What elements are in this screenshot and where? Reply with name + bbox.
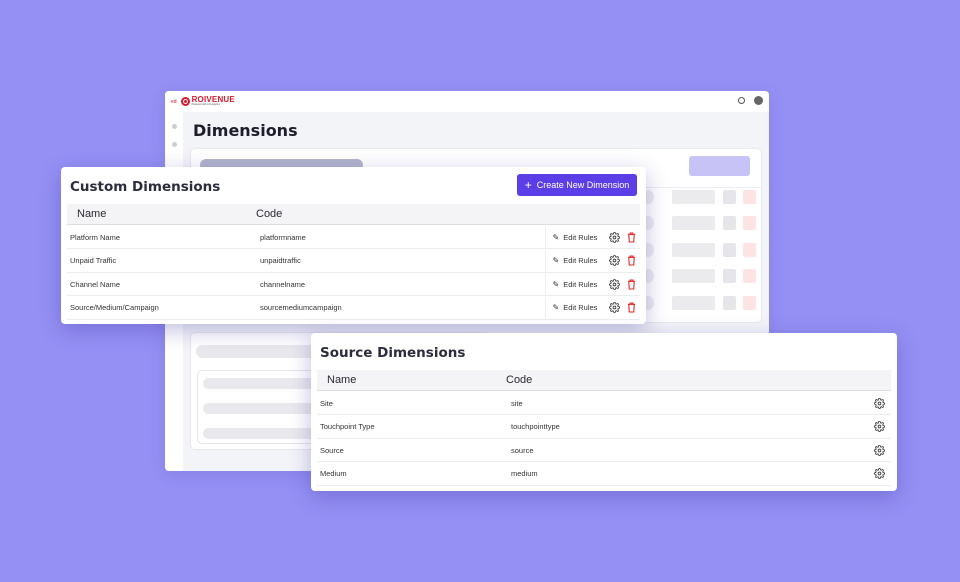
roivenue-logo[interactable]: ROIVENUE Powered with AI Analytics [180,96,235,107]
gear-icon[interactable] [869,439,889,461]
row-actions: ✎ Edit Rules [545,296,640,319]
pencil-icon: ✎ [552,303,560,313]
gear-icon[interactable] [869,416,889,438]
placeholder-button [689,156,750,176]
column-header-code: Code [256,208,283,220]
cell-name: Touchpoint Type [320,422,375,432]
row-actions: ✎ Edit Rules [545,273,640,296]
row-actions: ✎ Edit Rules [545,226,640,248]
cell-name: Source [320,445,344,455]
row-actions: ✎ Edit Rules [545,249,640,272]
table-row: Source/Medium/Campaign sourcemediumcampai… [67,296,640,320]
rail-item-icon[interactable] [172,124,177,129]
table-row: Platform Name platformname ✎ Edit Rules [67,226,640,249]
column-header-name: Name [327,374,357,386]
trash-icon[interactable] [624,297,638,319]
table-row: Medium medium [317,463,891,486]
table-row: Channel Name channelname ✎ Edit Rules [67,273,640,297]
card-title: Custom Dimensions [70,179,221,195]
edit-rules-button[interactable]: ✎ Edit Rules [545,249,604,272]
logo-tagline: Powered with AI Analytics [191,103,221,107]
edit-rules-label: Edit Rules [563,256,598,266]
top-bar: ed ROIVENUE Powered with AI Analytics [165,91,769,112]
gear-icon[interactable] [604,226,624,248]
column-header-code: Code [506,374,533,386]
column-header-name: Name [77,208,107,220]
edit-rules-label: Edit Rules [563,279,598,289]
cell-name: Source/Medium/Campaign [70,303,159,313]
help-icon[interactable] [738,97,745,104]
gear-icon[interactable] [604,297,624,319]
table-header: Name Code [67,204,640,225]
page-title: Dimensions [193,121,298,140]
cell-code: touchpointtype [511,422,560,432]
cell-code: platformname [260,232,306,242]
gear-icon[interactable] [869,463,889,485]
create-button-label: Create New Dimension [536,180,630,190]
table-row: Touchpoint Type touchpointtype [317,416,891,439]
pencil-icon: ✎ [552,279,560,289]
edit-rules-button[interactable]: ✎ Edit Rules [545,273,604,296]
trash-icon[interactable] [624,226,638,248]
cell-code: unpaidtraffic [260,256,301,266]
cell-name: Medium [320,469,347,479]
create-new-dimension-button[interactable]: + Create New Dimension [517,174,637,196]
pencil-icon: ✎ [552,232,560,242]
custom-dimensions-card: Custom Dimensions + Create New Dimension… [61,167,646,324]
edit-rules-button[interactable]: ✎ Edit Rules [545,296,604,319]
gear-icon[interactable] [604,273,624,295]
avatar[interactable] [754,96,763,105]
cell-code: channelname [260,279,306,289]
cell-code: medium [511,469,538,479]
cell-name: Channel Name [70,279,121,289]
table-row: Unpaid Traffic unpaidtraffic ✎ Edit Rules [67,249,640,273]
gear-icon[interactable] [604,250,624,272]
trash-icon[interactable] [624,273,638,295]
cell-code: site [511,398,523,408]
cell-name: Unpaid Traffic [70,256,117,266]
cell-code: source [511,445,534,455]
edit-rules-button[interactable]: ✎ Edit Rules [545,226,604,248]
edit-rules-label: Edit Rules [563,232,598,242]
source-dimensions-card: Source Dimensions Name Code Site site Touc… [311,333,897,491]
table-header: Name Code [317,370,891,391]
rail-item-icon[interactable] [172,142,177,147]
cell-name: Site [320,398,333,408]
table-row: Source source [317,439,891,463]
trash-icon[interactable] [624,250,638,272]
window-mini-label: ed [171,98,177,105]
logo-mark-icon [180,97,190,106]
gear-icon[interactable] [869,392,889,414]
cell-code: sourcemediumcampaign [260,303,342,313]
cell-name: Platform Name [70,232,121,242]
pencil-icon: ✎ [552,256,560,266]
table-row: Site site [317,392,891,415]
card-title: Source Dimensions [320,345,466,361]
plus-icon: + [524,178,532,192]
edit-rules-label: Edit Rules [563,303,598,313]
